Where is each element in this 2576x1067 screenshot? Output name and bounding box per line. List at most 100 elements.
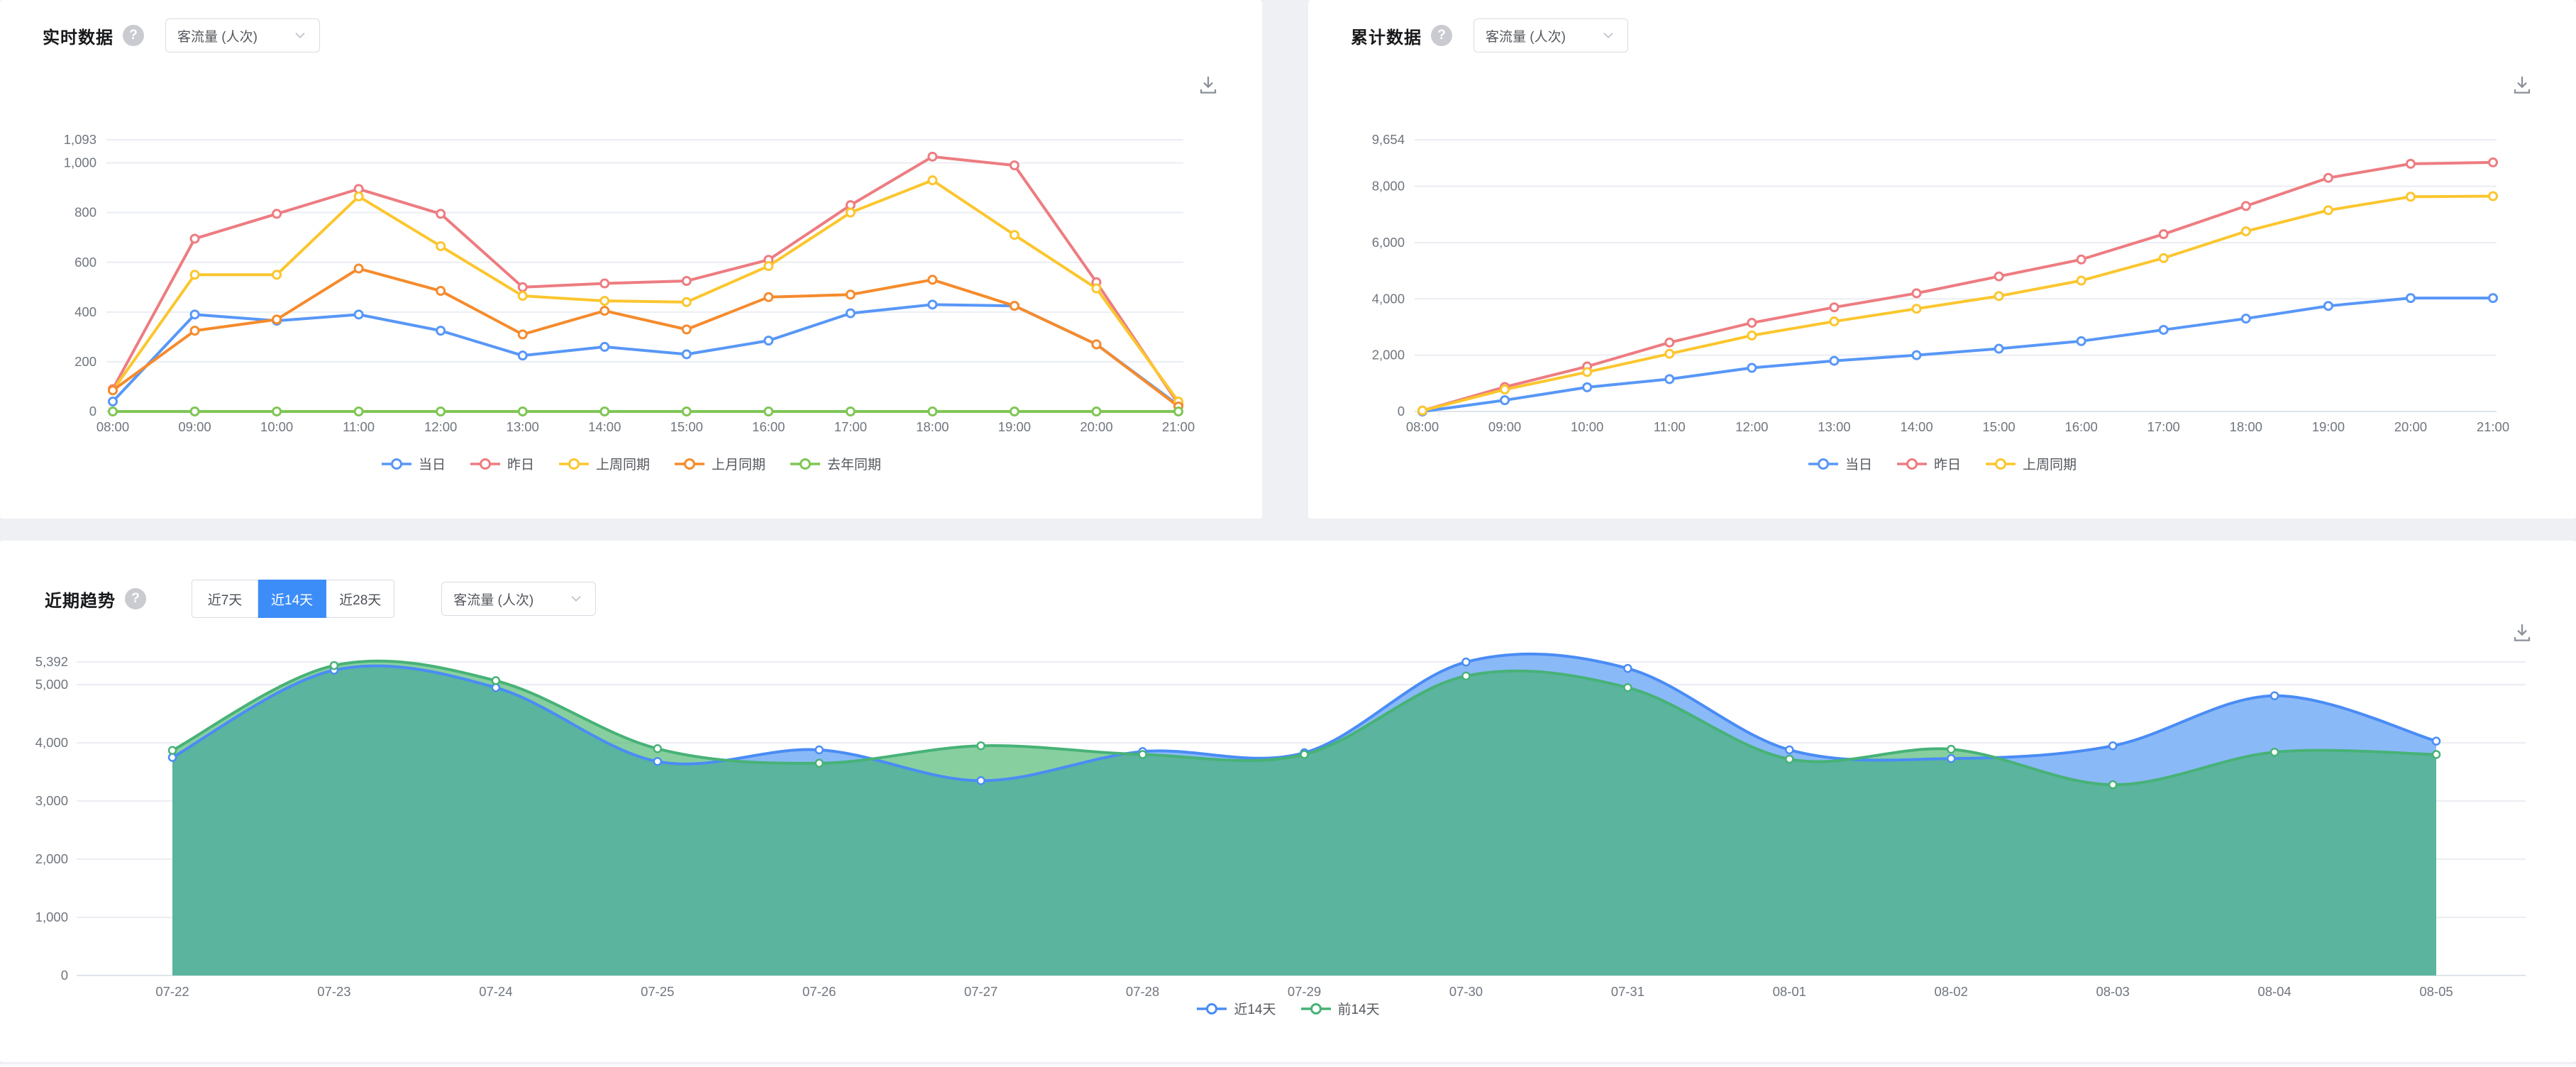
range-button-14d[interactable]: 近14天 [258,580,326,618]
data-point-marker [2433,751,2440,758]
data-point-marker [331,662,338,669]
realtime-metric-select[interactable]: 客流量 (人次) [165,18,320,52]
data-point-marker [2489,158,2497,166]
x-axis-label: 08:00 [96,419,129,434]
data-point-marker [109,387,117,394]
cumulative-chart[interactable]: 02,0004,0006,0008,0009,65408:0009:0010:0… [1308,0,2576,519]
legend-label: 上周同期 [596,454,650,473]
range-button-28d[interactable]: 近28天 [326,580,394,618]
legend-item-昨日[interactable]: 昨日 [1896,454,1961,473]
data-point-marker [273,408,281,416]
data-point-marker [2324,302,2332,310]
data-point-marker [2109,742,2116,749]
legend-label: 近14天 [1234,999,1276,1018]
x-axis-label: 10:00 [1571,419,1603,434]
download-icon[interactable] [2509,620,2535,646]
data-point-marker [2077,255,2085,263]
trend-metric-select[interactable]: 客流量 (人次) [441,582,596,616]
data-point-marker [355,311,363,319]
x-axis-label: 19:00 [2312,419,2345,434]
trend-chart[interactable]: 01,0002,0003,0004,0005,0005,39207-2207-2… [0,541,2576,1062]
y-axis-label: 0 [1398,404,1405,419]
data-point-marker [273,316,281,324]
x-axis-label: 07-26 [802,984,836,999]
x-axis-label: 14:00 [1900,419,1933,434]
range-button-7d[interactable]: 近7天 [192,580,258,618]
data-point-marker [1301,751,1308,758]
legend-marker-icon [1808,458,1839,470]
x-axis-label: 12:00 [1735,419,1768,434]
legend-item-前14天[interactable]: 前14天 [1300,999,1380,1018]
download-icon[interactable] [1195,72,1221,98]
x-axis-label: 21:00 [2477,419,2509,434]
data-point-marker [1010,162,1018,170]
realtime-chart[interactable]: 02004006008001,0001,09308:0009:0010:0011… [0,0,1262,519]
legend-item-去年同期[interactable]: 去年同期 [790,454,881,473]
data-point-marker [682,408,690,416]
data-point-marker [1666,375,1674,383]
data-point-marker [519,408,526,416]
data-point-marker [1010,302,1018,310]
help-icon[interactable]: ? [125,588,146,609]
legend-label: 去年同期 [827,454,881,473]
data-point-marker [1462,673,1469,680]
trend-metric-value: 客流量 (人次) [453,590,534,609]
x-axis-label: 16:00 [752,419,785,434]
chevron-down-icon [292,28,308,43]
legend-item-上周同期[interactable]: 上周同期 [558,454,650,473]
card-trend: 01,0002,0003,0004,0005,0005,39207-2207-2… [0,541,2576,1062]
data-point-marker [2160,231,2167,238]
data-point-marker [929,301,936,309]
data-point-marker [109,408,117,416]
chevron-down-icon [1601,28,1616,43]
data-point-marker [2324,206,2332,214]
y-axis-label: 8,000 [1372,179,1405,194]
x-axis-label: 10:00 [260,419,293,434]
x-axis-label: 07-31 [1611,984,1644,999]
data-point-marker [765,408,773,416]
legend-item-昨日[interactable]: 昨日 [470,454,534,473]
x-axis-label: 08-05 [2419,984,2453,999]
realtime-metric-value: 客流量 (人次) [177,26,258,45]
data-point-marker [519,292,526,300]
data-point-marker [601,307,609,315]
data-point-marker [765,337,773,345]
data-point-marker [2489,294,2497,302]
x-axis-label: 21:00 [1162,419,1195,434]
cumulative-metric-select[interactable]: 客流量 (人次) [1474,18,1628,52]
data-point-marker [1501,397,1509,404]
help-icon[interactable]: ? [123,25,144,46]
download-icon[interactable] [2509,72,2535,98]
data-point-marker [682,326,690,333]
legend-item-上月同期[interactable]: 上月同期 [674,454,765,473]
x-axis-label: 18:00 [2230,419,2262,434]
data-point-marker [437,408,445,416]
data-point-marker [1093,408,1100,416]
legend-item-当日[interactable]: 当日 [1808,454,1872,473]
legend-item-近14天[interactable]: 近14天 [1196,999,1276,1018]
x-axis-label: 17:00 [2147,419,2180,434]
x-axis-label: 07-23 [317,984,350,999]
legend-marker-icon [790,458,821,470]
data-point-marker [978,777,985,784]
card-cumulative: 02,0004,0006,0008,0009,65408:0009:0010:0… [1308,0,2576,519]
data-point-marker [191,271,199,279]
y-axis-label: 1,000 [35,910,68,924]
help-icon[interactable]: ? [1431,25,1452,46]
y-axis-label: 2,000 [1372,348,1405,363]
data-point-marker [1947,755,1955,762]
data-point-marker [1093,341,1100,348]
data-point-marker [1175,408,1183,416]
y-axis-label: 5,000 [35,677,68,692]
legend-item-当日[interactable]: 当日 [381,454,446,473]
data-point-marker [682,298,690,306]
data-point-marker [1583,368,1591,376]
x-axis-label: 17:00 [834,419,867,434]
legend-item-上周同期[interactable]: 上周同期 [1985,454,2077,473]
x-axis-label: 08:00 [1406,419,1439,434]
data-point-marker [2406,193,2414,201]
data-point-marker [1462,658,1469,665]
data-point-marker [601,280,609,287]
data-point-marker [2160,326,2167,333]
data-point-marker [2109,781,2116,788]
